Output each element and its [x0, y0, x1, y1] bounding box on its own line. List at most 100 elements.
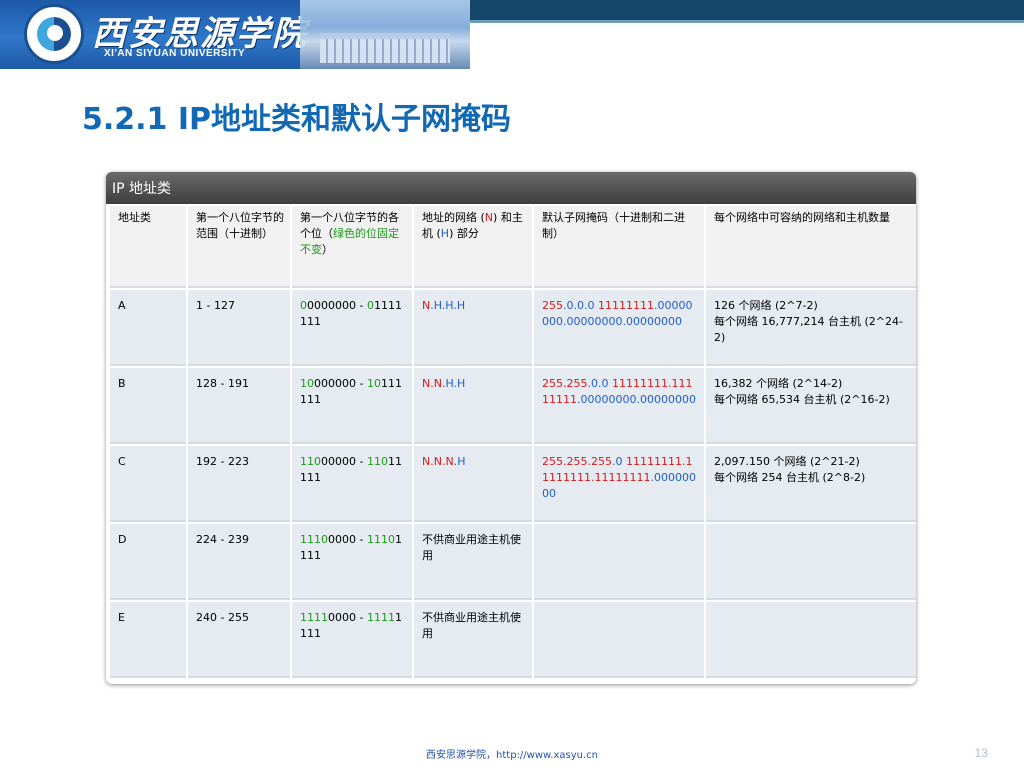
table-cell: 128 - 191 — [188, 368, 290, 444]
column-header: 地址的网络 (N) 和主机 (H) 部分 — [414, 206, 532, 288]
table-cell: 192 - 223 — [188, 446, 290, 522]
table-header-row: 地址类 第一个八位字节的范围（十进制） 第一个八位字节的各个位（绿色的位固定不变）地… — [110, 206, 916, 288]
cell-text: 224 - 239 — [196, 533, 249, 546]
table-cell: 11110000 - 11111111 — [292, 602, 412, 678]
cell-text: 0000000 - — [307, 299, 367, 312]
cell-text: 110 — [300, 455, 321, 468]
table-cell: 240 - 255 — [188, 602, 290, 678]
cell-text: N.N. — [422, 377, 446, 390]
cell-text: 每个网络 16,777,214 台主机 (2^24-2) — [714, 315, 903, 344]
school-name-en: XI'AN SIYUAN UNIVERSITY — [104, 48, 246, 59]
cell-text: 1110 — [366, 533, 395, 546]
cell-text: .0.0 — [587, 377, 612, 390]
cell-text: 0 — [300, 299, 307, 312]
cell-text: N.N.N. — [422, 455, 458, 468]
cell-text: 255.255.255 — [542, 455, 612, 468]
cell-text: .0 — [611, 455, 626, 468]
table-row: D 224 - 239 11100000 - 11101111 不供商业用途主机使用 — [110, 524, 916, 600]
table-cell: 255.255.255.0 11111111.11111111.11111111… — [534, 446, 704, 522]
table-cell: N.N.H.H — [414, 368, 532, 444]
cell-text: E — [118, 611, 125, 624]
cell-text: 128 - 191 — [196, 377, 249, 390]
cell-text: .H.H.H — [430, 299, 466, 312]
cell-text: 192 - 223 — [196, 455, 249, 468]
campus-photo — [300, 0, 470, 69]
table-cell: 255.0.0.0 11111111.00000000.00000000.000… — [534, 290, 704, 366]
column-header: 每个网络中可容纳的网络和主机数量 — [706, 206, 916, 288]
cell-text: H — [457, 455, 466, 468]
cell-text: 默认子网掩码（十进制和二进制） — [542, 211, 685, 240]
table-cell: 126 个网络 (2^7-2) 每个网络 16,777,214 台主机 (2^24… — [706, 290, 916, 366]
column-header: 地址类 — [110, 206, 186, 288]
column-header: 第一个八位字节的范围（十进制） — [188, 206, 290, 288]
cell-text: 1111 — [366, 611, 395, 624]
cell-text: 255 — [542, 299, 563, 312]
table-row: A1 - 127 00000000 - 01111111 N.H.H.H 255.0.… — [110, 290, 916, 366]
cell-text: 每个网络 254 台主机 (2^8-2) — [714, 471, 866, 484]
cell-text: 不供商业用途主机使用 — [422, 611, 521, 640]
cell-text: 第一个八位字节的范围（十进制） — [196, 211, 284, 240]
cell-text: 255.255 — [542, 377, 588, 390]
table-cell: D — [110, 524, 186, 600]
table-cell: 11000000 - 11011111 — [292, 446, 412, 522]
cell-text: 10 — [300, 377, 314, 390]
table-cell: A — [110, 290, 186, 366]
cell-text: 地址的网络 ( — [422, 211, 485, 224]
cell-text: 110 — [366, 455, 388, 468]
table-cell: N.H.H.H — [414, 290, 532, 366]
cell-text: 11111111 — [597, 299, 654, 312]
footer-text: 西安思源学院，http://www.xasyu.cn — [426, 750, 598, 761]
table-cell: 1 - 127 — [188, 290, 290, 366]
cell-text: N — [484, 211, 494, 224]
table-cell — [534, 524, 704, 600]
cell-text: .00000000.00000000 — [577, 393, 696, 406]
cell-text: 1 - 127 — [196, 299, 235, 312]
cell-text: 每个网络 65,534 台主机 (2^16-2) — [714, 393, 890, 406]
cell-text: C — [118, 455, 126, 468]
table-cell: 255.255.0.0 11111111.11111111.00000000.0… — [534, 368, 704, 444]
cell-text: 000000 - — [314, 377, 367, 390]
cell-text: D — [118, 533, 127, 546]
table-cell: 16,382 个网络 (2^14-2) 每个网络 65,534 台主机 (2^16… — [706, 368, 916, 444]
cell-text: 不供商业用途主机使用 — [422, 533, 521, 562]
cell-text: 地址类 — [118, 211, 151, 224]
table-cell: 11100000 - 11101111 — [292, 524, 412, 600]
column-header: 第一个八位字节的各个位（绿色的位固定不变） — [292, 206, 412, 288]
cell-text: 16,382 个网络 (2^14-2) — [714, 377, 843, 390]
cell-text: .0.0.0 — [563, 299, 598, 312]
cell-text: 2,097.150 个网络 (2^21-2) — [714, 455, 860, 468]
table-title: IP 地址类 — [106, 172, 916, 204]
table-cell: B — [110, 368, 186, 444]
cell-text: B — [118, 377, 126, 390]
cell-text: 1111 — [300, 611, 328, 624]
table-cell: 不供商业用途主机使用 — [414, 602, 532, 678]
table-row: B 128 - 191 10000000 - 10111111 N.N.H.H 255.… — [110, 368, 916, 444]
cell-text: H.H — [445, 377, 466, 390]
table-cell: N.N.N.H — [414, 446, 532, 522]
table-row: C 192 - 223 11000000 - 11011111 N.N.N.H 255.… — [110, 446, 916, 522]
cell-text: 0 — [366, 299, 374, 312]
ip-class-table: 地址类 第一个八位字节的范围（十进制） 第一个八位字节的各个位（绿色的位固定不变）地… — [108, 204, 916, 680]
cell-text: 1110 — [300, 533, 328, 546]
cell-text: 0000 - — [328, 533, 367, 546]
cell-text: ) 部分 — [449, 227, 479, 240]
slide-title: 5.2.1 IP地址类和默认子网掩码 — [82, 102, 512, 137]
table-cell: 00000000 - 01111111 — [292, 290, 412, 366]
cell-text: 每个网络中可容纳的网络和主机数量 — [714, 211, 890, 224]
ip-class-table-panel: IP 地址类 地址类 第一个八位字节的范围（十进制） 第一个八位字节的各个位（绿色的… — [106, 172, 916, 684]
university-logo — [24, 4, 84, 64]
cell-text: 126 个网络 (2^7-2) — [714, 299, 818, 312]
cell-text: 240 - 255 — [196, 611, 249, 624]
cell-text: 0000 - — [328, 611, 367, 624]
table-cell: C — [110, 446, 186, 522]
table-cell: 不供商业用途主机使用 — [414, 524, 532, 600]
cell-text: N — [422, 299, 431, 312]
cell-text: A — [118, 299, 126, 312]
header-divider — [470, 20, 1024, 23]
cell-text: 00000 - — [321, 455, 367, 468]
table-cell: 224 - 239 — [188, 524, 290, 600]
header-banner: 西安思源学院 XI'AN SIYUAN UNIVERSITY — [0, 0, 470, 69]
page-number: 13 — [974, 746, 988, 760]
table-cell: 2,097.150 个网络 (2^21-2) 每个网络 254 台主机 (2^8-… — [706, 446, 916, 522]
table-cell — [534, 602, 704, 678]
